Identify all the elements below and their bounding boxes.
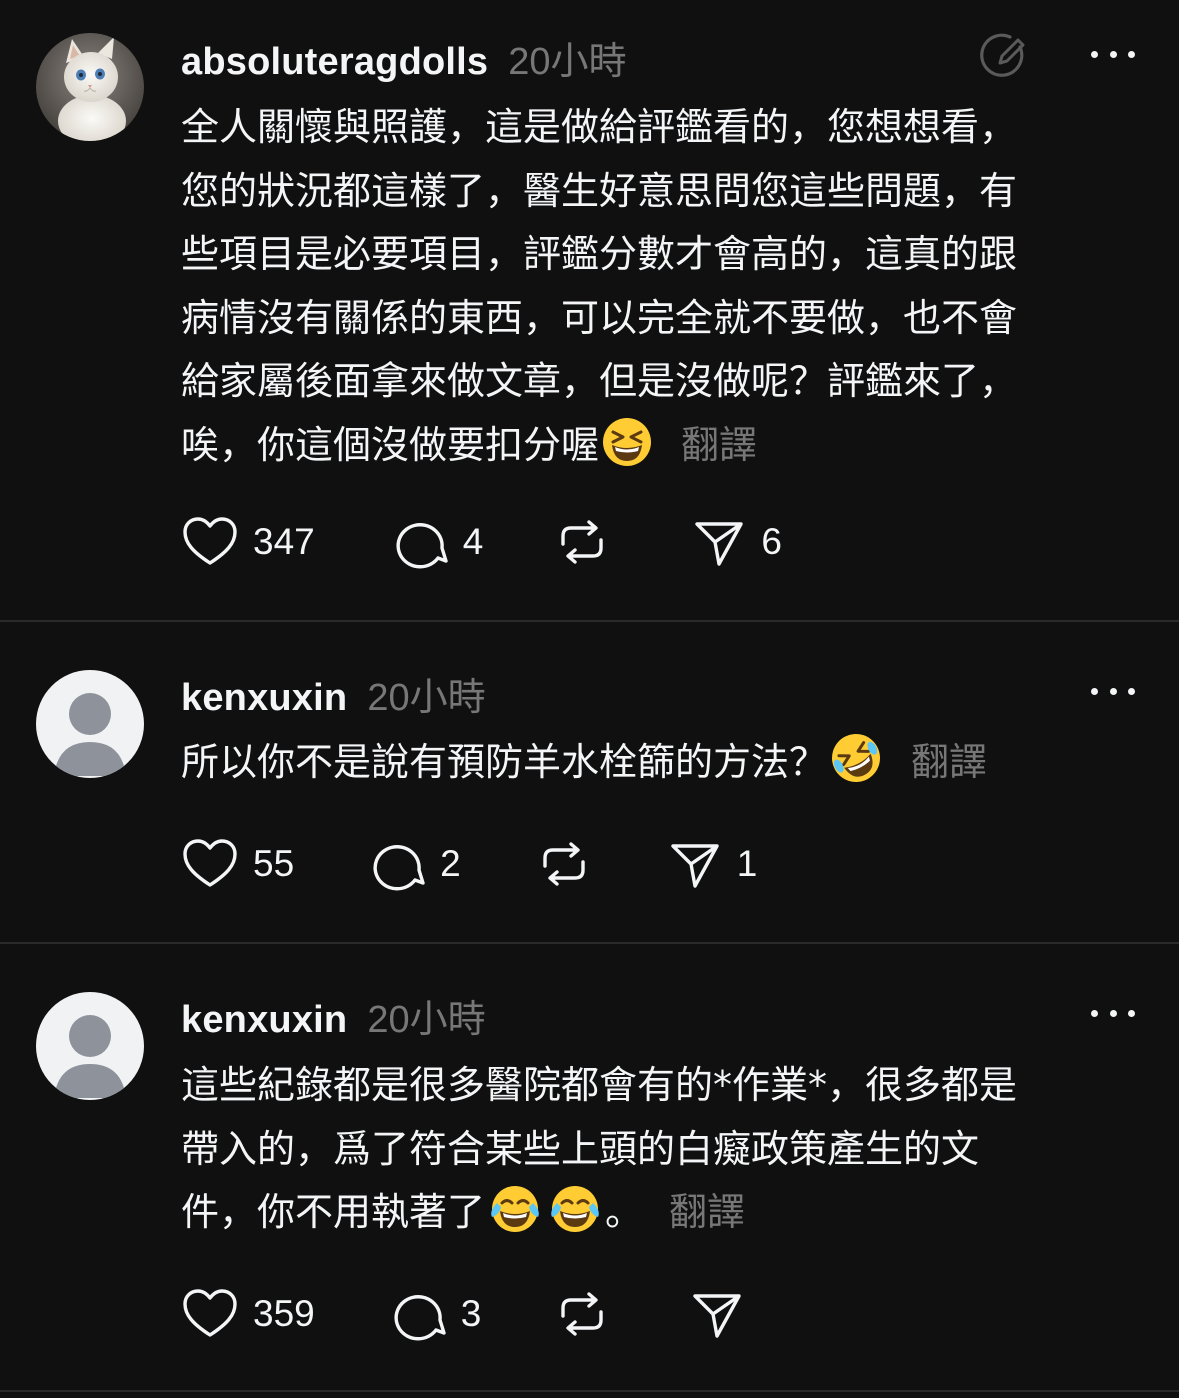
post-text-line-last: 所以你不是說有預防羊水栓篩的方法？ 翻譯: [181, 731, 1141, 795]
send-icon: [689, 1286, 745, 1342]
heart-icon: [181, 514, 239, 570]
share-button[interactable]: 1: [667, 836, 758, 892]
comment-bubble-icon: [389, 1286, 447, 1342]
username[interactable]: absoluteragdolls: [181, 41, 488, 84]
post-header: absoluteragdolls 20小時: [181, 30, 627, 83]
username[interactable]: kenxuxin: [181, 677, 347, 720]
share-count: 6: [761, 521, 782, 562]
translate-link[interactable]: 翻譯: [669, 1190, 745, 1234]
share-button[interactable]: 6: [691, 514, 782, 570]
action-bar: 55 2 1: [181, 836, 757, 892]
username[interactable]: kenxuxin: [181, 999, 347, 1042]
translate-link[interactable]: 翻譯: [681, 423, 757, 467]
reply-count: 2: [440, 843, 461, 884]
comment-bubble-icon: [368, 836, 426, 892]
heart-icon: [181, 1286, 239, 1342]
post-body: 全人關懷與照護，這是做給評鑑看的，您想想看， 您的狀況都這樣了，醫生好意思問您這…: [181, 96, 1141, 477]
reply-button[interactable]: 4: [391, 514, 484, 570]
share-button[interactable]: [689, 1286, 745, 1342]
post-header: kenxuxin 20小時: [181, 988, 486, 1041]
repost-icon: [553, 514, 611, 570]
repost-icon: [553, 1286, 611, 1342]
more-dots-icon[interactable]: [1091, 676, 1135, 706]
like-button[interactable]: 359: [181, 1286, 315, 1342]
post-divider: [0, 942, 1179, 944]
edit-reply-icon[interactable]: [980, 30, 1030, 80]
repost-button[interactable]: [535, 836, 593, 892]
send-icon: [667, 836, 723, 892]
post-time: 20小時: [367, 999, 486, 1041]
post-text-line-last: 件，你不用執著了 。翻譯: [181, 1181, 1141, 1245]
post-header: kenxuxin 20小時: [181, 666, 486, 719]
post-text: 唉，你這個沒做要扣分喔: [181, 422, 600, 467]
cat-avatar[interactable]: [36, 33, 144, 141]
reply-button[interactable]: 2: [368, 836, 461, 892]
reply-count: 4: [462, 521, 484, 562]
share-count: 1: [736, 843, 758, 884]
like-count: 359: [253, 1293, 315, 1334]
post-text-line-last: 唉，你這個沒做要扣分喔 翻譯: [181, 414, 1141, 478]
post-text-line: 您的狀況都這樣了，醫生好意思問您這些問題，有: [181, 168, 1018, 213]
like-button[interactable]: 347: [181, 514, 315, 570]
reply-button[interactable]: 3: [389, 1286, 482, 1342]
action-bar: 347 4 6: [181, 514, 782, 570]
repost-button[interactable]: [553, 1286, 611, 1342]
post-text-line: 些項目是必要項目，評鑑分數才會高的，這真的跟: [181, 232, 1018, 276]
send-icon: [691, 514, 747, 570]
post-text-line: 這些紀錄都是很多醫院都會有的*作業*，很多都是: [181, 1063, 1018, 1107]
face-with-tears-of-joy-emoji: [487, 1183, 543, 1255]
comment-bubble-icon: [391, 514, 449, 570]
post-time: 20小時: [508, 41, 627, 83]
post-text-line: 病情沒有關係的東西，可以完全就不要做，也不會: [181, 295, 1018, 340]
post-divider: [0, 1390, 1179, 1392]
post-text-line: 給家屬後面拿來做文章，但是沒做呢？評鑑來了，: [181, 359, 1018, 403]
post-body: 所以你不是說有預防羊水栓篩的方法？ 翻譯: [181, 731, 1141, 795]
translate-link[interactable]: 翻譯: [911, 740, 987, 784]
like-count: 55: [253, 843, 295, 884]
post-divider: [0, 620, 1179, 622]
face-with-tears-of-joy-emoji: [547, 1183, 603, 1255]
post-text: 所以你不是說有預防羊水栓篩的方法？: [181, 740, 828, 784]
repost-button[interactable]: [553, 514, 611, 570]
default-avatar[interactable]: [36, 992, 144, 1100]
like-count: 347: [253, 521, 315, 562]
post-text-line: 全人關懷與照護，這是做給評鑑看的，您想想看，: [181, 105, 1018, 149]
action-bar: 359 3: [181, 1286, 745, 1342]
post-time: 20小時: [367, 677, 486, 719]
default-avatar[interactable]: [36, 670, 144, 778]
post-text: 件，你不用執著了: [181, 1190, 486, 1234]
rolling-on-the-floor-laughing-emoji: [829, 731, 883, 805]
reply-count: 3: [460, 1293, 482, 1334]
heart-icon: [181, 836, 239, 892]
like-button[interactable]: 55: [181, 836, 294, 892]
post-body: 這些紀錄都是很多醫院都會有的*作業*，很多都是 帶入的，爲了符合某些上頭的白癡政…: [181, 1054, 1141, 1245]
repost-icon: [535, 836, 593, 892]
post-text-tail: 。: [605, 1190, 644, 1234]
grinning-squinting-face-emoji: [601, 416, 653, 488]
more-dots-icon[interactable]: [1091, 39, 1135, 69]
post-text-line: 帶入的，爲了符合某些上頭的白癡政策產生的文: [181, 1126, 980, 1171]
more-dots-icon[interactable]: [1091, 998, 1135, 1028]
